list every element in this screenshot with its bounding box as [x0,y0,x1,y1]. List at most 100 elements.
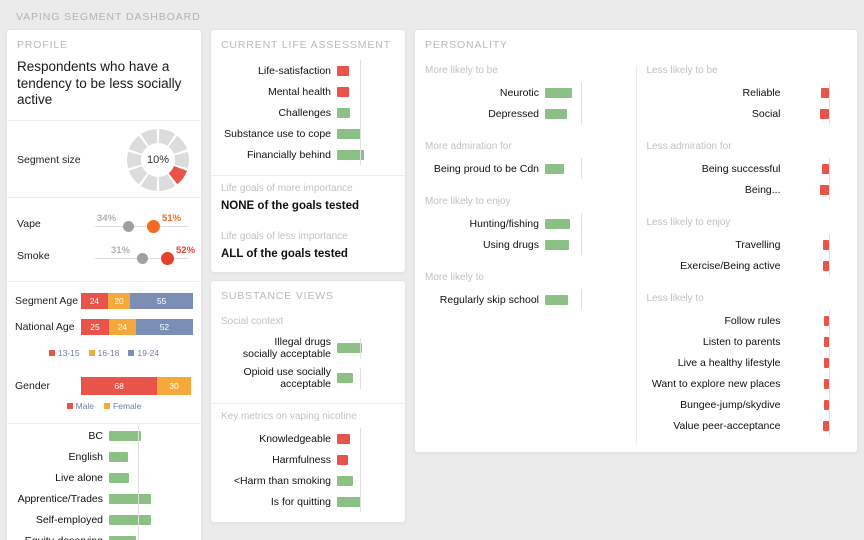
segment-dot[interactable] [161,251,174,265]
age-stacked-bar: 24 20 55 [81,292,193,309]
reference-line [137,467,139,489]
bar-track [337,428,395,449]
bar-label: Substance use to cope [224,127,331,140]
legend-item: 16-18 [88,347,120,358]
bar-row: Being... [647,179,848,200]
age-row: Segment Age 24 20 55 [15,290,193,312]
bar-track [337,123,395,144]
bar-label: <Harm than smoking [233,474,331,487]
substance-views-title: SUBSTANCE VIEWS [221,290,334,302]
bar-value [337,128,362,139]
bar-row: Equity-deserving [17,530,191,540]
bar-track [109,446,181,468]
legend-label: 16-18 [97,347,120,358]
age-segment: 52 [135,318,193,335]
bar-track [545,213,615,234]
personality-group-title: Less likely to enjoy [646,217,731,228]
bar-track [109,530,181,540]
bar-row: Harmfulness [221,449,395,470]
slider-track [95,225,189,227]
segment-size-row: Segment size 10% [7,121,201,197]
bar-track [787,103,837,124]
personality-group-bars: Travelling Exercise/Being active [637,232,858,286]
personality-group-bars: Being proud to be Cdn [415,156,636,189]
national-dot[interactable] [137,252,148,264]
bar-value [545,218,571,229]
gender-bar: 68 30 [81,376,193,395]
bar-value [109,473,130,483]
life-assessment-card: CURRENT LIFE ASSESSMENT Life-satisfactio… [210,29,406,273]
reference-line [360,60,362,81]
bar-track [337,102,395,123]
bar-track [787,415,837,436]
reference-line [360,144,362,165]
bar-value [337,86,350,97]
segment-dot[interactable] [147,219,160,233]
reference-line [828,415,830,436]
personality-group-title: More admiration for [425,141,512,152]
dashboard-columns: PROFILE Respondents who have a tendency … [6,29,858,540]
reference-line [137,425,139,447]
bar-row: Opioid use socially acceptable [221,363,395,393]
reference-line [828,255,830,276]
bar-track [787,352,837,373]
legend-swatch-icon [66,402,73,409]
profile-card: PROFILE Respondents who have a tendency … [6,29,202,540]
bar-label: Travelling [735,238,781,251]
bar-row: Hunting/fishing [425,213,626,234]
bar-label: Hunting/fishing [469,217,539,230]
bar-label: Bungee-jump/skydive [680,398,781,411]
bar-row: BC [17,425,191,447]
national-dot[interactable] [123,220,134,232]
dashboard-title: VAPING SEGMENT DASHBOARD [16,11,201,23]
age-row-label: National Age [15,320,75,333]
bar-track [787,310,837,331]
bar-label: Being successful [701,162,781,175]
reference-line [360,428,362,449]
bar-row: English [17,446,191,468]
personality-card: PERSONALITY More likely to be Neurotic Dep… [414,29,858,453]
bar-value [109,452,128,462]
personality-more-likely: More likely to be Neurotic Depressed More a… [415,58,636,452]
bar-track [337,491,395,512]
column-life-substance: CURRENT LIFE ASSESSMENT Life-satisfactio… [210,29,406,523]
bar-row: Bungee-jump/skydive [647,394,848,415]
legend-label: 19-24 [137,347,160,358]
personality-group-bars: Hunting/fishing Using drugs [415,211,636,265]
reference-line [360,337,362,359]
bar-track [109,425,181,447]
gender-label: Gender [15,379,51,392]
bar-value [337,373,353,383]
bar-row: Using drugs [425,234,626,255]
legend-item: 19-24 [128,348,159,358]
bar-label: Opioid use socially acceptable [243,366,331,390]
bar-row: Social [647,103,848,124]
social-context-bars: Illegal drugs socially acceptable Opioid … [211,331,405,403]
bar-row: <Harm than smoking [221,470,395,491]
reference-line [581,289,583,310]
reference-line [137,530,139,540]
life-assessment-title: CURRENT LIFE ASSESSMENT [221,39,391,51]
bar-value [109,431,141,441]
bar-label: Live a healthy lifestyle [677,356,781,369]
age-legend: 13-15 16-18 19-24 [7,346,201,364]
bar-row: Being proud to be Cdn [425,158,626,179]
bar-label: Is for quitting [270,495,331,508]
bar-label: Neurotic [499,86,539,99]
bar-value [109,536,137,540]
personality-body: More likely to be Neurotic Depressed More a… [415,58,857,452]
bar-track [545,289,615,310]
bar-value [545,294,569,305]
bar-track [337,449,395,470]
dashboard-root: VAPING SEGMENT DASHBOARD PROFILE Respond… [0,0,864,540]
bar-row: Value peer-acceptance [647,415,848,436]
bar-label: Illegal drugs socially acceptable [242,336,331,360]
bar-label: Challenges [278,106,331,119]
bar-track [787,373,837,394]
bar-track [787,331,837,352]
reference-line [581,82,583,103]
reference-line [360,491,362,512]
bar-track [787,255,837,276]
legend-label: 13-15 [57,347,80,358]
bar-track [337,81,395,102]
